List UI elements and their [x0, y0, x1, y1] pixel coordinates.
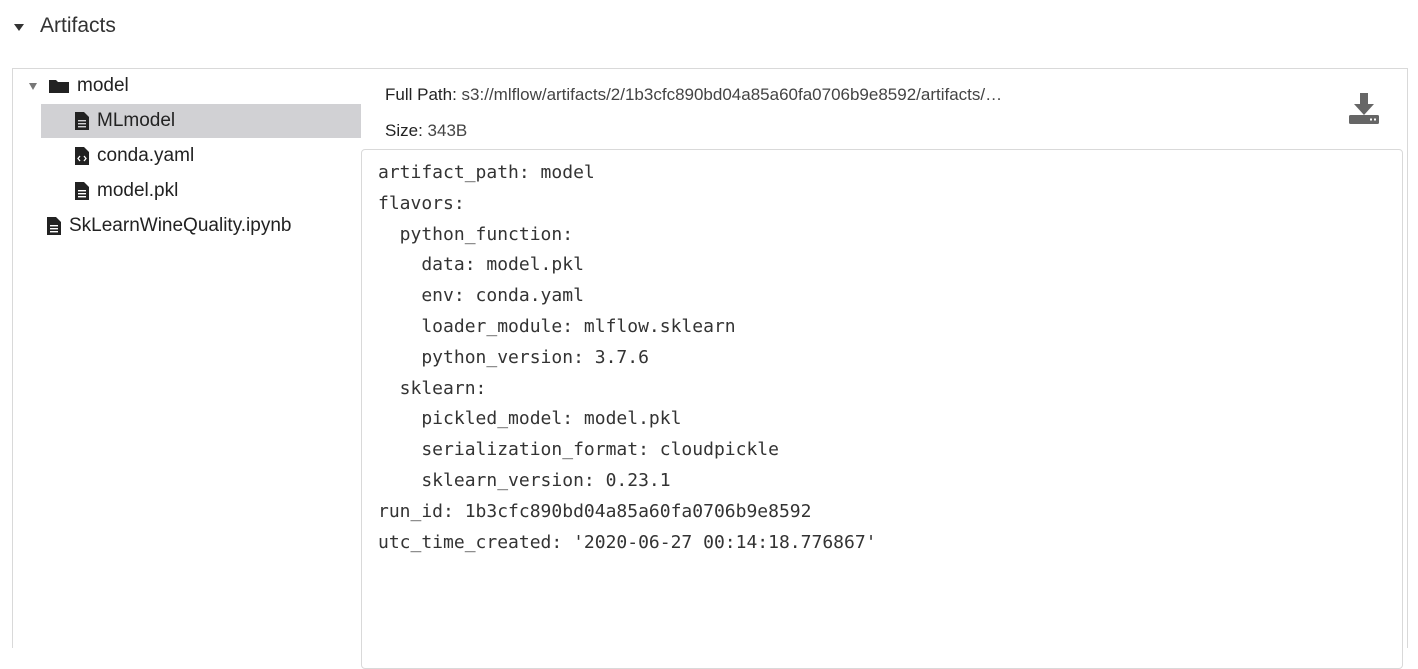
code-line: python_function: — [378, 223, 574, 245]
file-icon — [75, 112, 89, 130]
tree-item-notebook[interactable]: SkLearnWineQuality.ipynb — [47, 209, 357, 243]
chevron-down-icon[interactable] — [29, 82, 37, 90]
caret-down-icon — [14, 23, 24, 31]
code-block: artifact_path: model flavors: python_func… — [378, 158, 1386, 558]
code-line: flavors: — [378, 192, 465, 214]
code-line: serialization_format: cloudpickle — [378, 439, 779, 461]
section-title: Artifacts — [40, 14, 116, 37]
file-icon — [47, 217, 61, 235]
folder-icon — [49, 80, 69, 93]
artifact-details: Full Path: s3://mlflow/artifacts/2/1b3cf… — [385, 83, 1002, 155]
full-path: Full Path: s3://mlflow/artifacts/2/1b3cf… — [385, 83, 1002, 107]
full-path-value: s3://mlflow/artifacts/2/1b3cfc890bd04a85… — [461, 85, 1003, 104]
tree-item-model-pkl[interactable]: model.pkl — [75, 174, 355, 208]
code-line: data: model.pkl — [378, 254, 584, 276]
code-line: python_version: 3.7.6 — [378, 346, 649, 368]
full-path-label: Full Path: — [385, 85, 457, 104]
code-line: pickled_model: model.pkl — [378, 408, 682, 430]
code-file-icon — [75, 147, 89, 165]
code-line: env: conda.yaml — [378, 285, 584, 307]
tree-item-label: model — [77, 75, 129, 96]
code-line: sklearn_version: 0.23.1 — [378, 469, 671, 491]
file-preview: artifact_path: model flavors: python_func… — [361, 149, 1403, 669]
tree-item-conda-yaml[interactable]: conda.yaml — [75, 139, 355, 173]
download-icon — [1349, 93, 1379, 124]
download-button[interactable] — [1346, 91, 1382, 127]
size-value: 343B — [427, 121, 468, 140]
file-size: Size: 343B — [385, 119, 1002, 143]
code-line: sklearn: — [378, 377, 487, 399]
file-icon — [75, 182, 89, 200]
tree-item-label: model.pkl — [97, 180, 179, 201]
tree-item-model-folder[interactable]: model — [29, 69, 349, 103]
tree-item-label: conda.yaml — [97, 145, 195, 166]
artifacts-panel: model MLmodel conda.yaml model.pkl SkLea… — [12, 68, 1408, 669]
artifacts-section-toggle[interactable]: Artifacts — [14, 10, 116, 42]
tree-item-label: MLmodel — [97, 110, 176, 131]
code-line: utc_time_created: '2020-06-27 00:14:18.7… — [378, 531, 877, 553]
tree-item-label: SkLearnWineQuality.ipynb — [69, 215, 292, 236]
code-line: artifact_path: model — [378, 162, 595, 183]
tree-item-mlmodel[interactable]: MLmodel — [41, 104, 361, 138]
code-line: run_id: 1b3cfc890bd04a85a60fa0706b9e8592 — [378, 500, 812, 522]
artifact-tree: model MLmodel conda.yaml model.pkl SkLea… — [13, 69, 363, 648]
code-line: loader_module: mlflow.sklearn — [378, 315, 736, 337]
size-label: Size: — [385, 121, 423, 140]
